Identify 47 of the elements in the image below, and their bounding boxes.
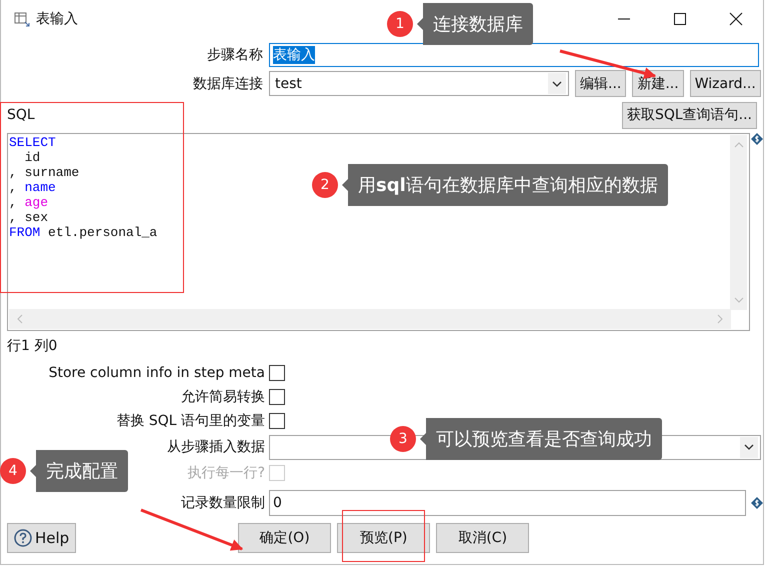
variable-icon — [751, 497, 763, 509]
help-button[interactable]: Help — [7, 523, 76, 553]
field-label: 数据库连接 — [192, 74, 263, 92]
step-name-field[interactable]: 表输入 — [269, 42, 759, 66]
code-line: , surname — [9, 165, 80, 180]
cursor-position: 行1 列0 — [6, 337, 58, 356]
limit-field[interactable]: 0 — [269, 490, 746, 516]
field-label: 步骤名称 — [206, 46, 263, 64]
step-number-badge: 4 — [0, 458, 26, 484]
annotation-tooltip: 用sql语句在数据库中查询相应的数据 — [342, 164, 668, 206]
code-line: , name — [9, 180, 57, 195]
code-line: SELECT — [9, 135, 57, 150]
help-icon — [14, 529, 32, 547]
step-number-badge: 3 — [390, 426, 416, 452]
field-label: 允许简易转换 — [181, 389, 265, 405]
field-label: Store column info in step meta — [48, 365, 265, 381]
dialog-button[interactable]: 确定(O) — [238, 523, 332, 553]
checkbox[interactable] — [269, 413, 285, 429]
connection-button[interactable]: Wizard... — [690, 70, 761, 97]
variable-icon — [751, 133, 763, 145]
caret-icon — [743, 442, 755, 452]
window-title: 表输入 — [36, 10, 78, 28]
annotation-tooltip: 完成配置 — [30, 450, 128, 492]
connection-button[interactable]: 编辑... — [575, 70, 626, 97]
annotation-tooltip: 连接数据库 — [417, 3, 533, 45]
dialog-button[interactable]: 预览(P) — [337, 523, 430, 553]
connection-button[interactable]: 新建... — [632, 70, 684, 97]
field-label: 从步骤插入数据 — [167, 439, 265, 455]
field-label: 替换 SQL 语句里的变量 — [116, 413, 265, 429]
step-number-badge: 1 — [387, 11, 413, 37]
maximize-icon[interactable] — [673, 12, 687, 26]
table-icon — [14, 11, 30, 27]
checkbox[interactable] — [269, 365, 285, 381]
get-sql-button[interactable]: 获取SQL查询语句... — [622, 102, 757, 128]
caret-icon — [551, 78, 563, 88]
sql-label: SQL — [7, 107, 35, 123]
dialog-button[interactable]: 取消(C) — [436, 523, 530, 553]
field-label: 记录数量限制 — [181, 495, 265, 511]
checkbox[interactable] — [269, 389, 285, 405]
field-label: 执行每一行? — [188, 465, 265, 481]
code-line: , sex — [9, 210, 48, 225]
code-line: id — [24, 150, 42, 165]
code-line: , age — [9, 195, 50, 210]
annotation-tooltip: 可以预览查看是否查询成功 — [420, 418, 662, 460]
code-line: FROM etl.personal_a — [9, 225, 158, 240]
close-icon[interactable] — [729, 12, 743, 26]
connection-dropdown[interactable]: test — [269, 71, 569, 96]
